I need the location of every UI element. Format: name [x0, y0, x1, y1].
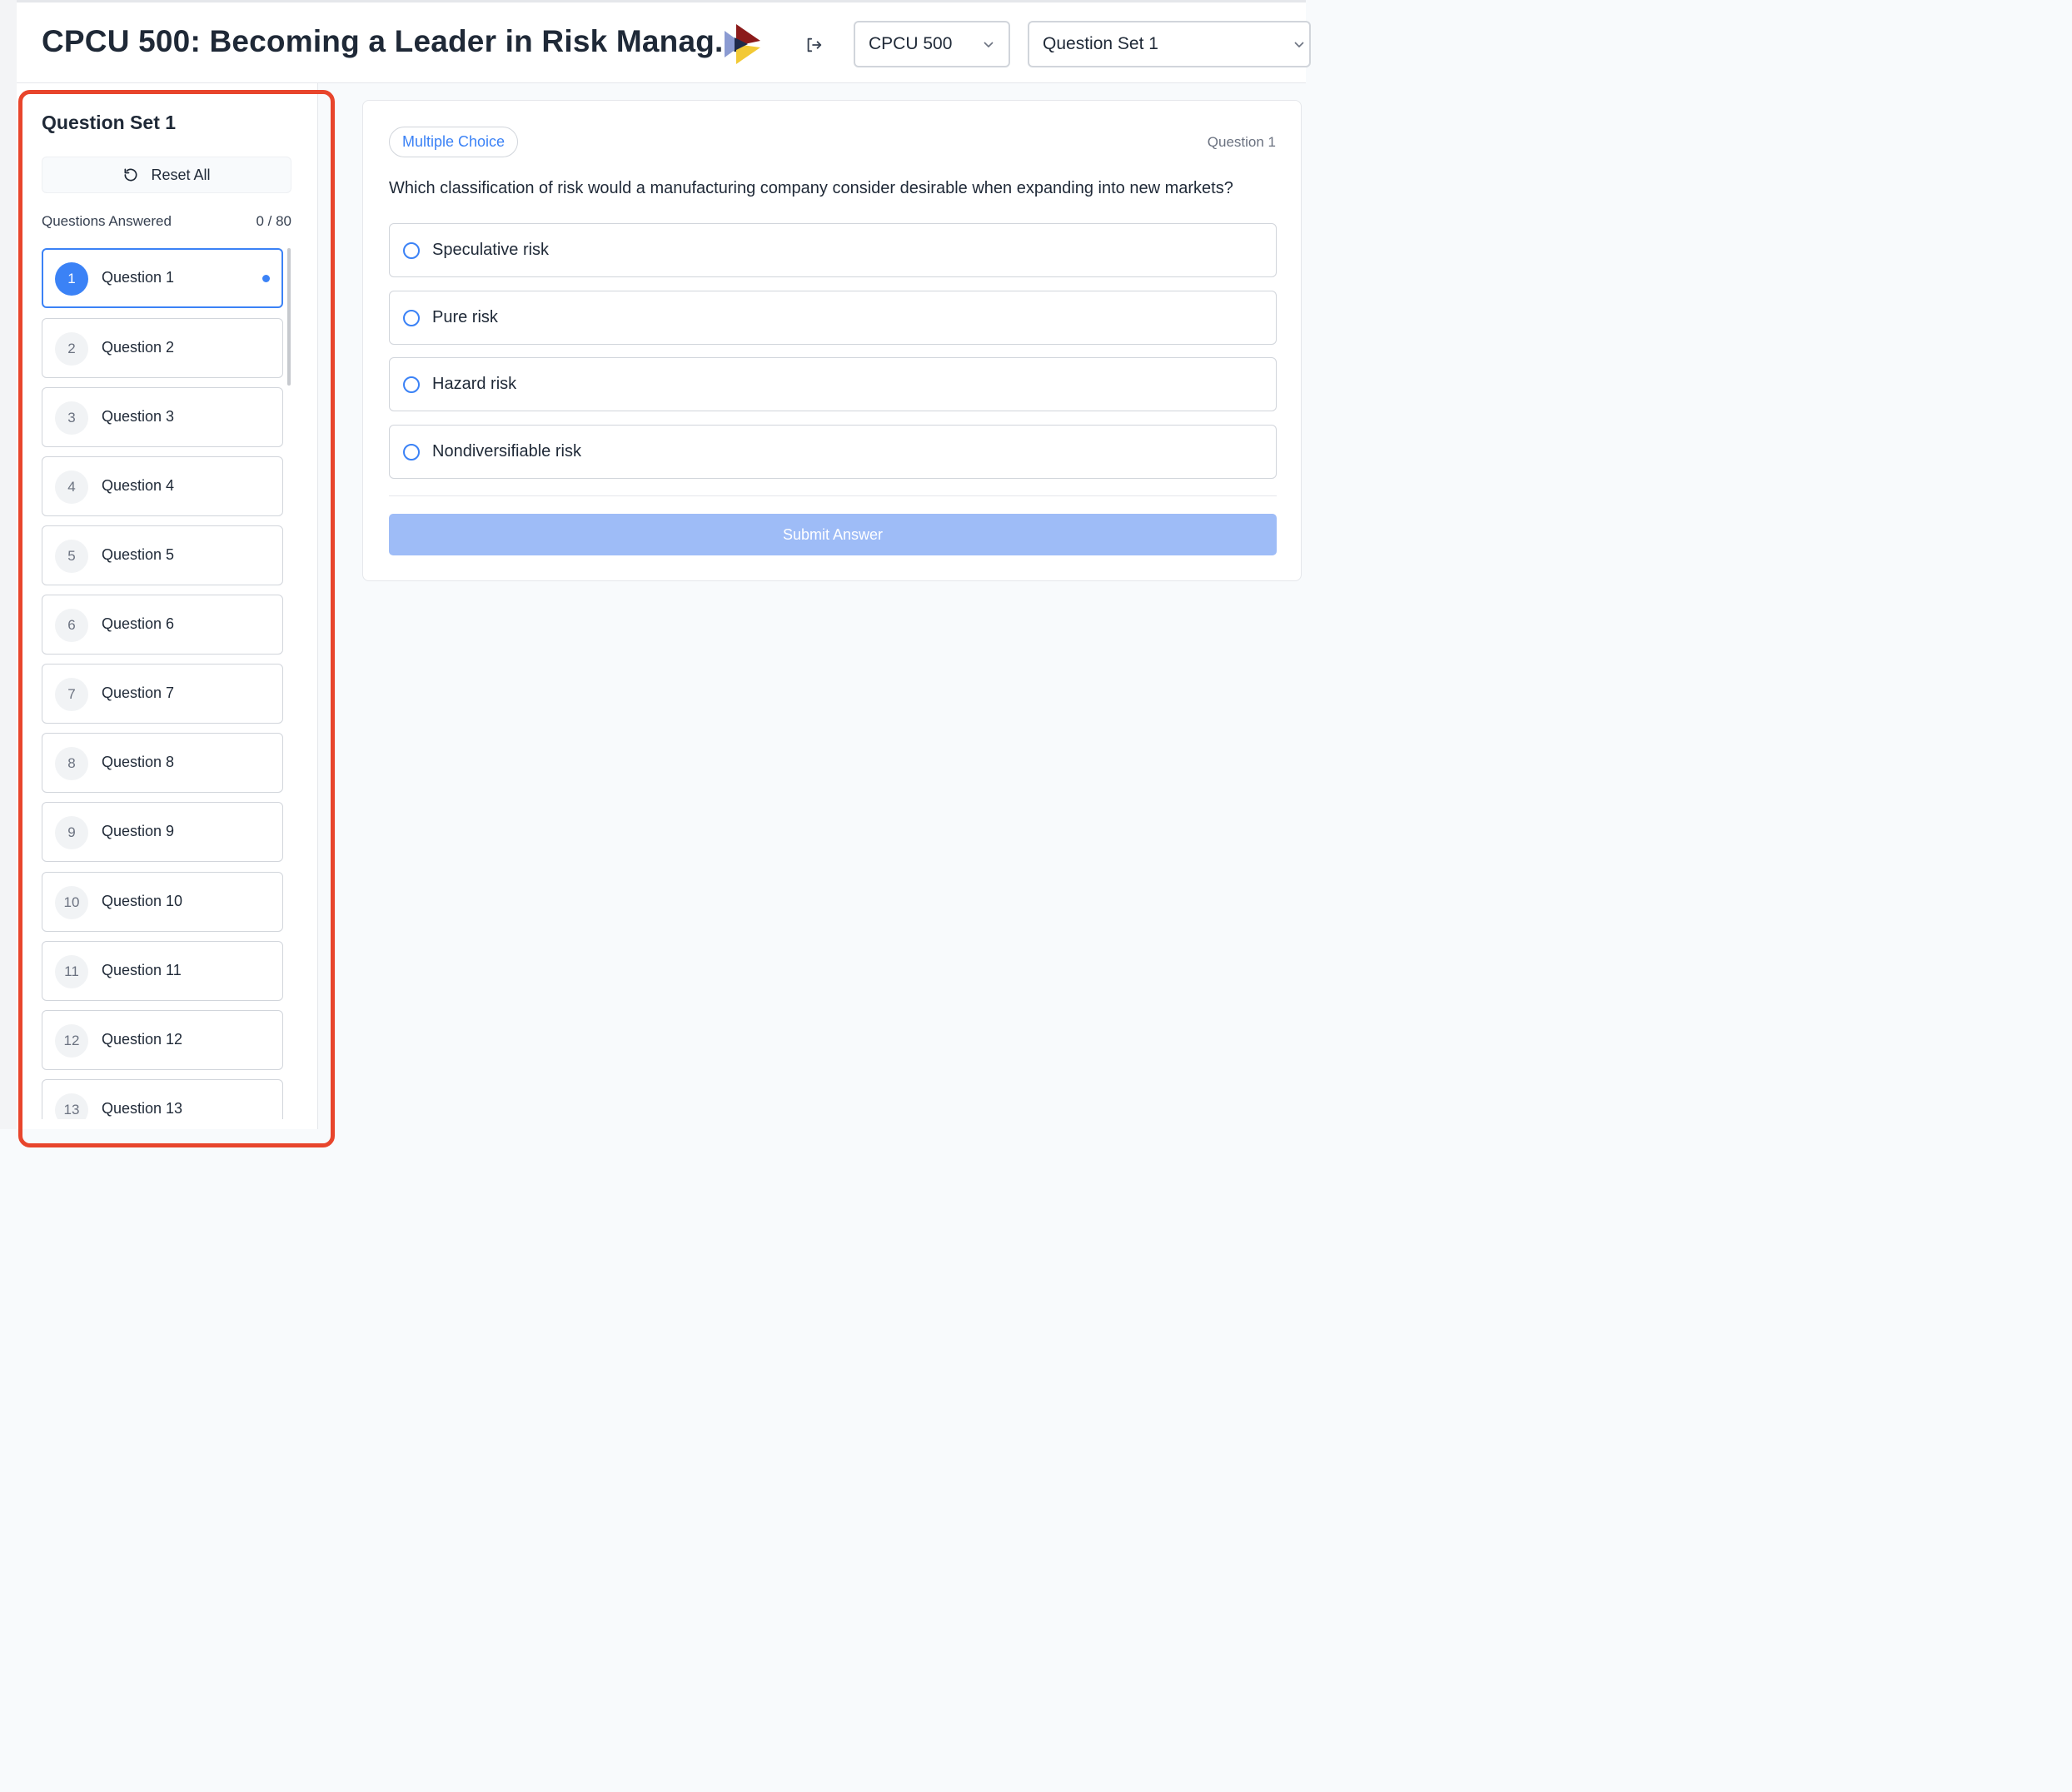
- question-list-item-2[interactable]: 2 Question 2: [42, 318, 283, 378]
- question-list-item-1[interactable]: 1 Question 1: [42, 248, 283, 308]
- question-number-badge: 11: [55, 955, 88, 988]
- question-list-item-7[interactable]: 7 Question 7: [42, 664, 283, 724]
- chevron-down-icon: [984, 42, 994, 48]
- question-list-label: Question 4: [102, 477, 175, 494]
- question-list-item-10[interactable]: 10 Question 10: [42, 872, 283, 932]
- question-list-label: Question 1: [102, 269, 175, 286]
- answered-label: Questions Answered: [42, 213, 172, 229]
- page-title: CPCU 500: Becoming a Leader in Risk Mana…: [42, 24, 741, 58]
- reset-all-button[interactable]: Reset All: [42, 157, 291, 193]
- question-number-badge: 4: [55, 470, 88, 504]
- question-text: Which classification of risk would a man…: [389, 179, 1233, 197]
- question-number-badge: 1: [55, 262, 88, 296]
- question-list-label: Question 7: [102, 684, 175, 701]
- question-list-item-3[interactable]: 3 Question 3: [42, 387, 283, 447]
- question-list-label: Question 13: [102, 1100, 183, 1117]
- question-list-label: Question 11: [102, 962, 182, 978]
- question-number-badge: 8: [55, 747, 88, 780]
- answer-option-label: Speculative risk: [432, 241, 550, 259]
- question-list-label: Question 10: [102, 893, 183, 909]
- play-triangle-logo-icon: [725, 24, 760, 64]
- course-select-value: CPCU 500: [869, 34, 953, 53]
- question-list-label: Question 2: [102, 339, 175, 356]
- question-list-label: Question 12: [102, 1031, 183, 1048]
- question-number-badge: 7: [55, 678, 88, 711]
- current-question-dot: [262, 275, 270, 282]
- question-list-label: Question 3: [102, 408, 175, 425]
- question-list-item-8[interactable]: 8 Question 8: [42, 733, 283, 793]
- question-list-item-9[interactable]: 9 Question 9: [42, 802, 283, 862]
- left-gutter: [0, 0, 17, 1129]
- sidebar-title: Question Set 1: [42, 112, 177, 133]
- answer-option-label: Pure risk: [432, 308, 498, 326]
- logout-button[interactable]: [801, 32, 826, 57]
- question-list: 1 Question 1 2 Question 2 3 Question 3 4…: [42, 248, 285, 1119]
- question-number-badge: 12: [55, 1024, 88, 1058]
- answer-radio[interactable]: [403, 242, 420, 259]
- reset-all-label: Reset All: [151, 166, 211, 183]
- question-set-select-value: Question Set 1: [1043, 34, 1158, 53]
- answer-option-4[interactable]: Nondiversifiable risk: [389, 425, 1277, 479]
- logout-icon: [807, 37, 822, 52]
- chevron-down-icon: [1294, 42, 1304, 48]
- answer-radio[interactable]: [403, 376, 420, 393]
- question-list-item-6[interactable]: 6 Question 6: [42, 595, 283, 655]
- question-counter: Question 1: [1207, 134, 1276, 150]
- question-number-badge: 5: [55, 540, 88, 573]
- question-list-item-12[interactable]: 12 Question 12: [42, 1010, 283, 1070]
- question-set-select[interactable]: Question Set 1: [1028, 21, 1311, 67]
- question-list-item-5[interactable]: 5 Question 5: [42, 525, 283, 585]
- question-list-item-11[interactable]: 11 Question 11: [42, 941, 283, 1001]
- answered-count: 0 / 80: [256, 213, 291, 229]
- question-number-badge: 3: [55, 401, 88, 435]
- answer-option-2[interactable]: Pure risk: [389, 291, 1277, 345]
- question-number-badge: 6: [55, 609, 88, 642]
- question-list-label: Question 6: [102, 615, 175, 632]
- course-select[interactable]: CPCU 500: [854, 21, 1010, 67]
- question-list-scrollbar[interactable]: [287, 248, 291, 386]
- answer-option-label: Nondiversifiable risk: [432, 442, 581, 460]
- answered-row: Questions Answered 0 / 80: [42, 213, 291, 230]
- submit-answer-button[interactable]: Submit Answer: [389, 514, 1277, 555]
- question-list-item-13[interactable]: 13 Question 13: [42, 1079, 283, 1119]
- question-list-label: Question 9: [102, 823, 175, 839]
- question-list-label: Question 5: [102, 546, 175, 563]
- reset-icon: [124, 168, 137, 182]
- question-number-badge: 2: [55, 332, 88, 366]
- question-list-item-4[interactable]: 4 Question 4: [42, 456, 283, 516]
- answer-radio[interactable]: [403, 444, 420, 460]
- question-card: Multiple Choice Question 1 Which classif…: [362, 100, 1302, 581]
- card-divider: [389, 495, 1277, 496]
- question-number-badge: 10: [55, 886, 88, 919]
- question-number-badge: 13: [55, 1093, 88, 1119]
- answer-option-3[interactable]: Hazard risk: [389, 357, 1277, 411]
- answer-option-label: Hazard risk: [432, 375, 517, 393]
- app-header: CPCU 500: Becoming a Leader in Risk Mana…: [17, 0, 1311, 83]
- question-list-label: Question 8: [102, 754, 175, 770]
- question-sidebar: Question Set 1 Reset All Questions Answe…: [17, 83, 318, 1129]
- question-number-badge: 9: [55, 816, 88, 849]
- answer-radio[interactable]: [403, 310, 420, 326]
- question-type-badge: Multiple Choice: [389, 127, 519, 157]
- answer-option-1[interactable]: Speculative risk: [389, 223, 1277, 277]
